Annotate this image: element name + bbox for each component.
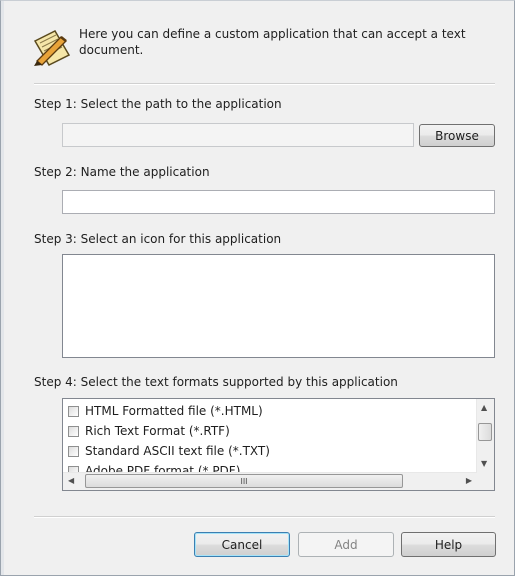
icon-selection-list[interactable] [62, 254, 495, 358]
footer-separator [34, 516, 495, 518]
scroll-right-arrow-icon[interactable]: ▶ [466, 476, 472, 486]
help-button[interactable]: Help [401, 532, 496, 557]
horizontal-scrollbar[interactable]: ◀ III ▶ [63, 472, 477, 490]
step4-label: Step 4: Select the text formats supporte… [34, 375, 398, 389]
format-checkbox[interactable] [68, 405, 79, 417]
step2-label: Step 2: Name the application [34, 165, 210, 179]
notepad-pencil-icon [33, 30, 71, 66]
scroll-grip: III [240, 476, 248, 486]
format-label: Rich Text Format (*.RTF) [85, 424, 230, 438]
format-label: HTML Formatted file (*.HTML) [85, 404, 263, 418]
application-name-field[interactable] [62, 190, 495, 214]
scroll-down-arrow-icon[interactable]: ▼ [481, 459, 487, 469]
scroll-up-arrow-icon[interactable]: ▲ [481, 403, 487, 413]
format-checkbox[interactable] [68, 445, 79, 457]
header-separator [34, 83, 495, 85]
list-item[interactable]: Rich Text Format (*.RTF) [68, 421, 230, 441]
list-item[interactable]: HTML Formatted file (*.HTML) [68, 401, 263, 421]
scroll-left-arrow-icon[interactable]: ◀ [68, 476, 74, 486]
vertical-scroll-thumb[interactable] [478, 423, 492, 441]
scrollbar-corner [477, 473, 494, 490]
list-item[interactable]: Standard ASCII text file (*.TXT) [68, 441, 270, 461]
add-button[interactable]: Add [298, 532, 394, 557]
vertical-scrollbar[interactable]: ▲ ▼ [476, 399, 494, 473]
horizontal-scroll-thumb[interactable]: III [85, 474, 403, 488]
format-checkbox[interactable] [68, 425, 79, 437]
text-formats-list[interactable]: HTML Formatted file (*.HTML) Rich Text F… [62, 398, 495, 491]
custom-application-dialog: Here you can define a custom application… [0, 0, 515, 576]
cancel-button[interactable]: Cancel [194, 532, 290, 557]
browse-button[interactable]: Browse [419, 124, 495, 147]
application-path-field[interactable] [62, 123, 414, 147]
format-label: Standard ASCII text file (*.TXT) [85, 444, 270, 458]
step1-label: Step 1: Select the path to the applicati… [34, 97, 282, 111]
header-description: Here you can define a custom application… [79, 27, 466, 57]
step3-label: Step 3: Select an icon for this applicat… [34, 232, 282, 246]
